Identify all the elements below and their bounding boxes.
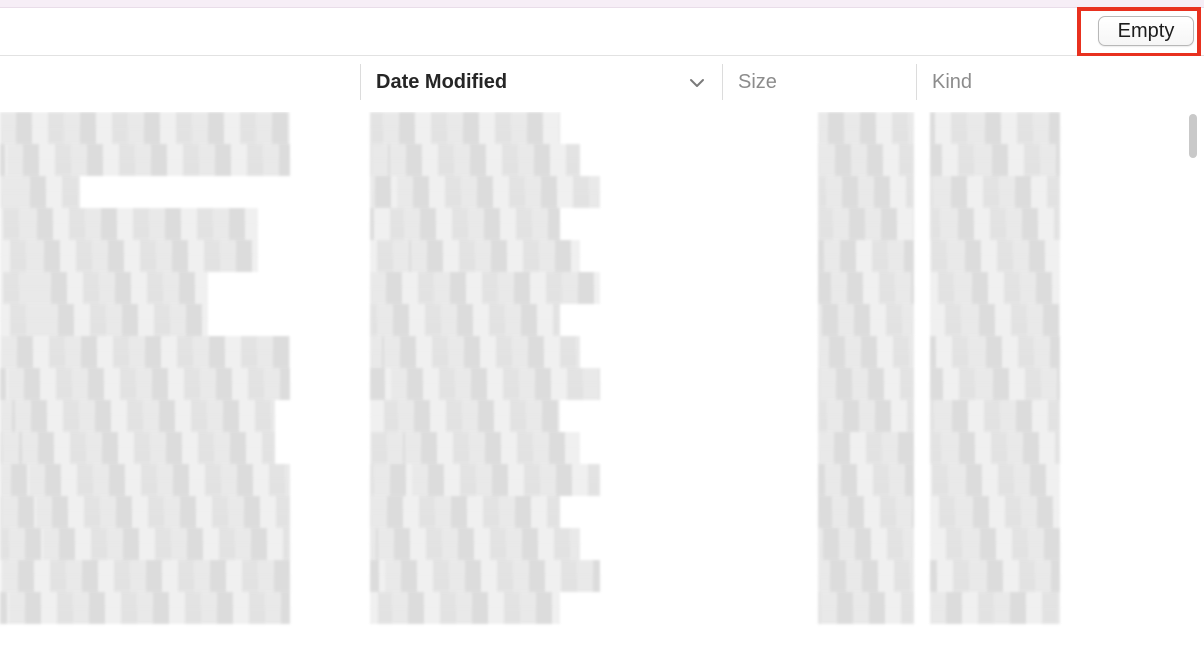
obscured-cell (370, 560, 600, 592)
column-header-bar: Date Modified Size Kind (0, 56, 1204, 108)
obscured-cell (0, 368, 290, 400)
obscured-cell (370, 304, 560, 336)
obscured-cell (0, 464, 290, 496)
obscured-cell (0, 560, 290, 592)
obscured-cell (0, 176, 80, 208)
file-row[interactable] (0, 560, 1188, 592)
obscured-cell (930, 336, 1060, 368)
obscured-cell (930, 240, 1060, 272)
toolbar (0, 8, 1204, 56)
obscured-cell (818, 304, 914, 336)
file-row[interactable] (0, 464, 1188, 496)
obscured-cell (930, 432, 1060, 464)
column-header-date-modified[interactable]: Date Modified (376, 70, 507, 94)
obscured-cell (930, 144, 1060, 176)
obscured-cell (0, 496, 290, 528)
obscured-cell (0, 592, 290, 624)
file-row[interactable] (0, 368, 1188, 400)
obscured-cell (370, 112, 560, 144)
obscured-cell (818, 560, 914, 592)
obscured-cell (0, 144, 290, 176)
obscured-cell (0, 304, 208, 336)
obscured-cell (818, 336, 914, 368)
obscured-cell (370, 368, 600, 400)
obscured-cell (818, 272, 914, 304)
obscured-cell (0, 240, 258, 272)
file-row[interactable] (0, 240, 1188, 272)
obscured-cell (818, 240, 914, 272)
obscured-cell (818, 464, 914, 496)
column-header-size[interactable]: Size (738, 70, 777, 94)
obscured-cell (0, 272, 208, 304)
obscured-cell (930, 528, 1060, 560)
obscured-cell (930, 560, 1060, 592)
obscured-cell (930, 464, 1060, 496)
obscured-cell (930, 176, 1060, 208)
column-divider[interactable] (722, 64, 723, 100)
obscured-cell (370, 496, 560, 528)
obscured-cell (370, 528, 580, 560)
obscured-cell (930, 400, 1060, 432)
obscured-cell (818, 368, 914, 400)
obscured-cell (0, 208, 258, 240)
obscured-cell (818, 112, 914, 144)
obscured-cell (0, 400, 275, 432)
scroll-thumb[interactable] (1189, 114, 1197, 158)
obscured-cell (818, 208, 914, 240)
obscured-cell (370, 272, 600, 304)
obscured-cell (370, 400, 560, 432)
file-row[interactable] (0, 208, 1188, 240)
file-row[interactable] (0, 144, 1188, 176)
file-row[interactable] (0, 528, 1188, 560)
obscured-cell (818, 496, 914, 528)
file-row[interactable] (0, 432, 1188, 464)
file-row[interactable] (0, 176, 1188, 208)
obscured-cell (370, 208, 560, 240)
obscured-cell (0, 432, 275, 464)
window-top-strip (0, 0, 1204, 8)
obscured-cell (818, 144, 914, 176)
highlight-annotation (1077, 7, 1201, 57)
file-row[interactable] (0, 304, 1188, 336)
file-row[interactable] (0, 112, 1188, 144)
obscured-cell (818, 400, 914, 432)
obscured-cell (370, 144, 580, 176)
obscured-cell (930, 368, 1060, 400)
obscured-cell (370, 240, 580, 272)
obscured-cell (930, 112, 1060, 144)
obscured-cell (930, 496, 1060, 528)
obscured-cell (370, 176, 600, 208)
column-divider[interactable] (916, 64, 917, 100)
obscured-cell (930, 592, 1060, 624)
obscured-cell (370, 464, 600, 496)
file-row[interactable] (0, 336, 1188, 368)
file-row[interactable] (0, 592, 1188, 624)
obscured-cell (0, 336, 290, 368)
obscured-cell (818, 592, 914, 624)
obscured-cell (930, 272, 1060, 304)
obscured-cell (0, 112, 290, 144)
obscured-cell (930, 304, 1060, 336)
obscured-cell (0, 528, 290, 560)
obscured-cell (370, 592, 560, 624)
column-header-kind[interactable]: Kind (932, 70, 972, 94)
obscured-cell (818, 176, 914, 208)
obscured-cell (370, 432, 580, 464)
obscured-cell (818, 432, 914, 464)
obscured-cell (930, 208, 1060, 240)
vertical-scrollbar[interactable] (1188, 112, 1198, 646)
file-row[interactable] (0, 400, 1188, 432)
file-list[interactable] (0, 112, 1188, 646)
obscured-cell (370, 336, 580, 368)
obscured-cell (818, 528, 914, 560)
chevron-down-icon[interactable] (688, 74, 706, 92)
file-row[interactable] (0, 272, 1188, 304)
file-row[interactable] (0, 496, 1188, 528)
column-divider[interactable] (360, 64, 361, 100)
